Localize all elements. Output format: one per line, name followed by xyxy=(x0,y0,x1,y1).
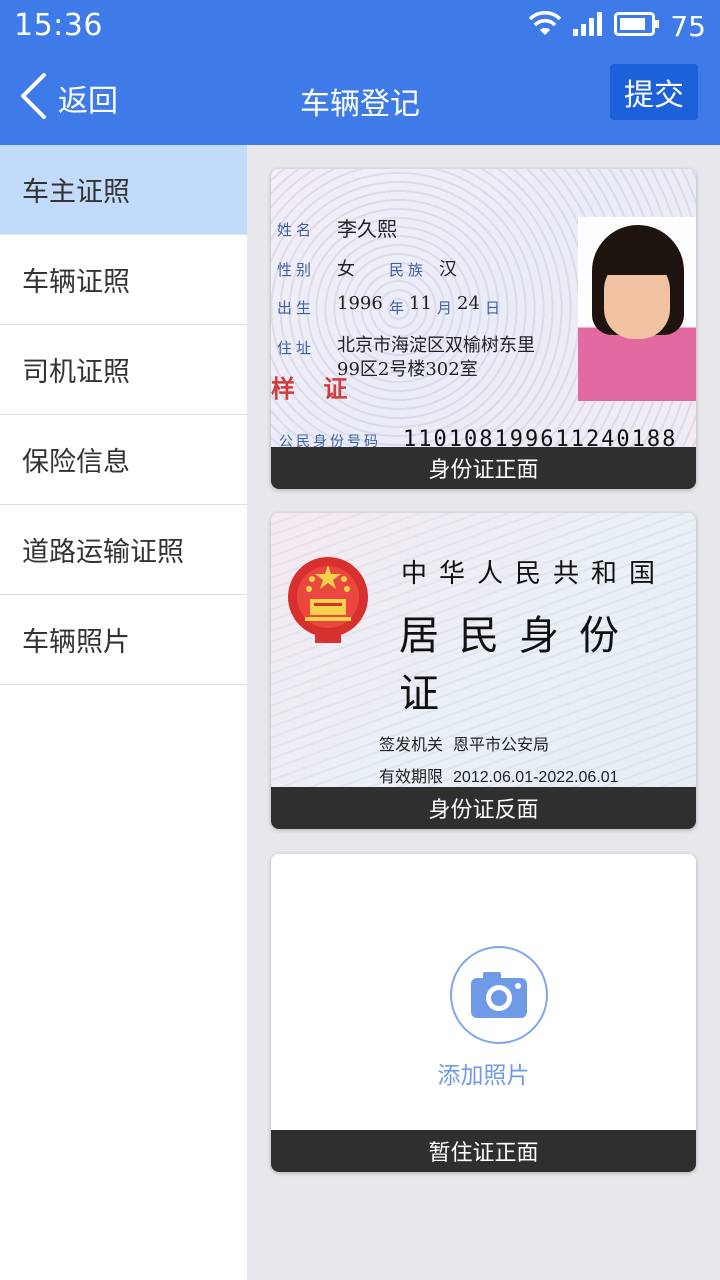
id-back-caption: 身份证反面 xyxy=(271,787,696,829)
id-gender: 女 xyxy=(337,259,355,280)
ethnicity-label: 民族 xyxy=(389,261,428,279)
gender-label: 性别 xyxy=(277,261,316,279)
validity: 2012.06.01-2022.06.01 xyxy=(453,769,619,786)
nation-text: 中华人民共和国 xyxy=(401,559,668,589)
battery-level: 75 xyxy=(670,9,706,43)
sidebar-item-driver-license[interactable]: 司机证照 xyxy=(0,325,247,415)
id-name: 李久熙 xyxy=(337,217,397,241)
app-header: 返回 车辆登记 提交 xyxy=(0,52,720,145)
validity-row: 有效期限 2012.06.01-2022.06.01 xyxy=(379,763,619,787)
address-label: 住址 xyxy=(277,339,316,357)
national-emblem-icon xyxy=(288,557,368,643)
sidebar-item-vehicle-license[interactable]: 车辆证照 xyxy=(0,235,247,325)
sample-stamp: 样 证 xyxy=(271,374,358,403)
id-front-card[interactable]: 姓名 李久熙 性别 女 民族 汉 出生 1996 年 11 月 24 日 住址 … xyxy=(271,169,696,489)
id-address-line2: 99区2号楼302室 xyxy=(337,359,478,380)
submit-button[interactable]: 提交 xyxy=(610,64,698,120)
sidebar-item-vehicle-photos[interactable]: 车辆照片 xyxy=(0,595,247,685)
content-panel: 姓名 李久熙 性别 女 民族 汉 出生 1996 年 11 月 24 日 住址 … xyxy=(247,145,720,1280)
top-bar: 15:36 75 返回 车辆登记 提交 xyxy=(0,0,720,145)
validity-label: 有效期限 xyxy=(379,767,444,786)
status-time: 15:36 xyxy=(14,8,103,43)
temp-residence-caption: 暂住证正面 xyxy=(271,1130,696,1172)
issuer-row: 签发机关 恩平市公安局 xyxy=(379,731,549,755)
birth-label: 出生 xyxy=(277,299,316,317)
battery-icon xyxy=(614,12,660,40)
status-bar: 15:36 75 xyxy=(0,0,720,52)
card-title: 居民身份证 xyxy=(399,613,639,717)
sidebar: 车主证照 车辆证照 司机证照 保险信息 道路运输证照 车辆照片 xyxy=(0,145,247,1280)
name-label: 姓名 xyxy=(277,221,316,239)
id-birth-year: 1996 xyxy=(337,293,383,314)
id-front-image: 姓名 李久熙 性别 女 民族 汉 出生 1996 年 11 月 24 日 住址 … xyxy=(271,169,696,452)
sidebar-item-road-transport[interactable]: 道路运输证照 xyxy=(0,505,247,595)
sidebar-item-insurance[interactable]: 保险信息 xyxy=(0,415,247,505)
add-photo-button[interactable] xyxy=(450,946,548,1044)
issuer: 恩平市公安局 xyxy=(453,737,550,754)
day-label: 日 xyxy=(485,299,501,317)
temp-residence-card[interactable]: 添加照片 暂住证正面 xyxy=(271,854,696,1172)
sidebar-item-owner-license[interactable]: 车主证照 xyxy=(0,145,247,235)
portrait-photo xyxy=(578,217,696,401)
camera-icon xyxy=(471,972,527,1018)
id-back-card[interactable]: 中华人民共和国 居民身份证 签发机关 恩平市公安局 有效期限 2012.06.01-… xyxy=(271,513,696,829)
add-photo-label: 添加照片 xyxy=(437,1063,530,1089)
month-label: 月 xyxy=(437,299,453,317)
wifi-icon xyxy=(528,11,562,41)
id-ethnicity: 汉 xyxy=(439,259,457,280)
add-photo-zone[interactable]: 添加照片 xyxy=(271,854,696,1130)
id-address-line1: 北京市海淀区双榆树东里 xyxy=(337,335,535,356)
id-back-image: 中华人民共和国 居民身份证 签发机关 恩平市公安局 有效期限 2012.06.01-… xyxy=(271,513,696,787)
signal-icon xyxy=(572,11,604,41)
id-birth-day: 24 xyxy=(457,293,480,314)
issuer-label: 签发机关 xyxy=(379,735,444,754)
id-birth-month: 11 xyxy=(409,293,432,314)
year-label: 年 xyxy=(389,299,405,317)
id-front-caption: 身份证正面 xyxy=(271,447,696,489)
status-icons: 75 xyxy=(528,8,706,44)
